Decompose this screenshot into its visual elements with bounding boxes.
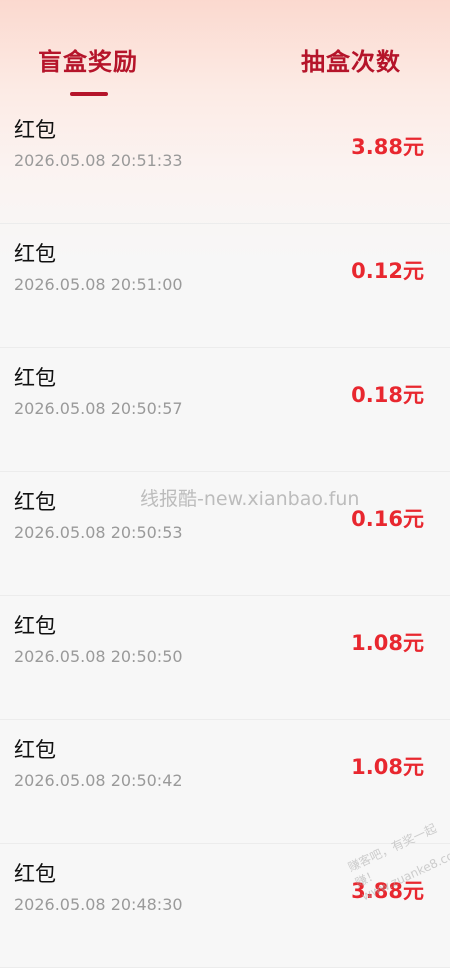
list-item[interactable]: 红包 2026.05.08 20:50:42 1.08元 (0, 720, 450, 844)
reward-type: 红包 (14, 614, 56, 638)
reward-time: 2026.05.08 20:51:00 (14, 275, 183, 294)
reward-amount: 3.88元 (351, 879, 424, 903)
reward-time: 2026.05.08 20:48:30 (14, 895, 183, 914)
active-tab-indicator (70, 92, 108, 96)
tab-draw-count[interactable]: 抽盒次数 (301, 42, 401, 77)
reward-amount: 0.12元 (351, 259, 424, 283)
tab-bar: 盲盒奖励 抽盒次数 (0, 0, 450, 100)
reward-time: 2026.05.08 20:50:50 (14, 647, 183, 666)
list-item[interactable]: 红包 2026.05.08 20:51:00 0.12元 (0, 224, 450, 348)
reward-type: 红包 (14, 862, 56, 886)
reward-type: 红包 (14, 490, 56, 514)
reward-time: 2026.05.08 20:50:42 (14, 771, 183, 790)
list-item[interactable]: 红包 2026.05.08 20:48:30 3.88元 (0, 844, 450, 968)
reward-amount: 0.16元 (351, 507, 424, 531)
list-item[interactable]: 红包 2026.05.08 20:50:57 0.18元 (0, 348, 450, 472)
list-item[interactable]: 红包 2026.05.08 20:50:50 1.08元 (0, 596, 450, 720)
tab-blind-box-rewards[interactable]: 盲盒奖励 (38, 42, 138, 77)
reward-amount: 1.08元 (351, 755, 424, 779)
reward-time: 2026.05.08 20:51:33 (14, 151, 183, 170)
reward-type: 红包 (14, 366, 56, 390)
list-item[interactable]: 红包 2026.05.08 20:51:33 3.88元 (0, 100, 450, 224)
reward-time: 2026.05.08 20:50:53 (14, 523, 183, 542)
reward-amount: 1.08元 (351, 631, 424, 655)
reward-amount: 3.88元 (351, 135, 424, 159)
reward-time: 2026.05.08 20:50:57 (14, 399, 183, 418)
reward-amount: 0.18元 (351, 383, 424, 407)
reward-type: 红包 (14, 738, 56, 762)
reward-list: 红包 2026.05.08 20:51:33 3.88元 红包 2026.05.… (0, 100, 450, 968)
list-item[interactable]: 红包 2026.05.08 20:50:53 0.16元 (0, 472, 450, 596)
reward-type: 红包 (14, 118, 56, 142)
reward-type: 红包 (14, 242, 56, 266)
